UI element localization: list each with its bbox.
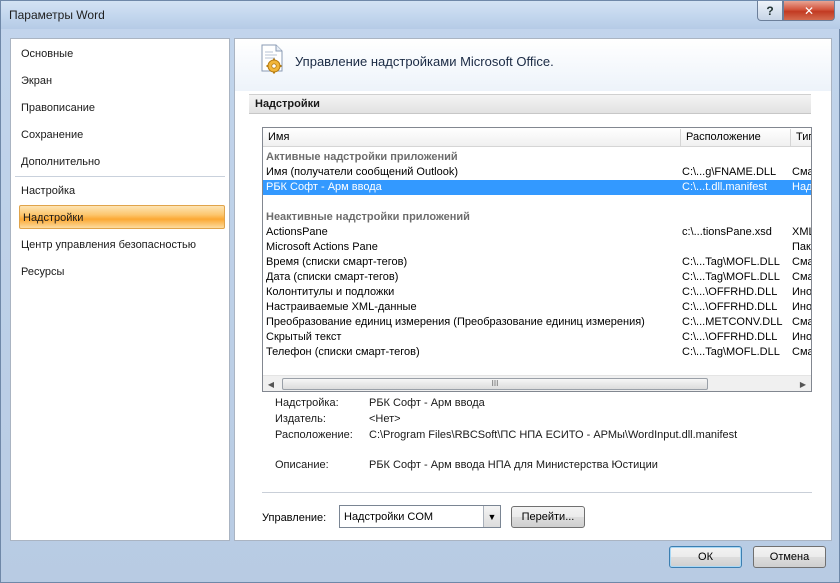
addin-value: РБК Софт - Арм ввода: [369, 397, 485, 409]
addin-location: C:\...t.dll.manifest: [682, 181, 767, 193]
addin-location: C:\...g\FNAME.DLL: [682, 166, 777, 178]
publisher-value: <Нет>: [369, 413, 401, 425]
addin-name: Скрытый текст: [266, 331, 342, 343]
addin-label: Надстройка:: [275, 397, 339, 409]
list-item[interactable]: Время (списки смарт-тегов) C:\...Tag\MOF…: [263, 255, 811, 270]
addin-location: c:\...tionsPane.xsd: [682, 226, 772, 238]
list-item[interactable]: Телефон (списки смарт-тегов) C:\...Tag\M…: [263, 345, 811, 360]
publisher-label: Издатель:: [275, 413, 326, 425]
addin-type: Сма: [792, 256, 812, 268]
close-button[interactable]: ✕: [783, 1, 835, 21]
addins-list[interactable]: Имя Расположение Тип Активные надстройки…: [262, 127, 812, 392]
addin-type: Ино: [792, 331, 812, 343]
addin-type: XML: [792, 226, 811, 238]
addin-type: Сма: [792, 271, 812, 283]
close-icon: ✕: [803, 3, 815, 18]
sidebar-item-display[interactable]: Экран: [11, 69, 229, 93]
ok-button[interactable]: ОК: [669, 546, 742, 568]
addin-location: C:\...Tag\MOFL.DLL: [682, 271, 780, 283]
list-item[interactable]: Дата (списки смарт-тегов) C:\...Tag\MOFL…: [263, 270, 811, 285]
description-label: Описание:: [275, 459, 329, 471]
addin-type: Ино: [792, 286, 812, 298]
addin-type: Над: [792, 181, 812, 193]
addin-name: Настраиваемые XML-данные: [266, 301, 417, 313]
page-title: Управление надстройками Microsoft Office…: [295, 54, 554, 69]
list-item[interactable]: Настраиваемые XML-данные C:\...\OFFRHD.D…: [263, 300, 811, 315]
cancel-button[interactable]: Отмена: [753, 546, 826, 568]
list-item[interactable]: Скрытый текст C:\...\OFFRHD.DLL Ино: [263, 330, 811, 345]
divider: [262, 492, 812, 493]
window-title: Параметры Word: [9, 8, 105, 22]
sidebar-divider: [15, 176, 225, 177]
sidebar: Основные Экран Правописание Сохранение Д…: [10, 38, 230, 541]
addin-name: Преобразование единиц измерения (Преобра…: [266, 316, 645, 328]
sidebar-item-addins[interactable]: Надстройки: [19, 205, 225, 229]
addin-type: Пак: [792, 241, 811, 253]
scroll-right-icon[interactable]: ▶: [795, 376, 811, 391]
addin-location: C:\...\OFFRHD.DLL: [682, 286, 778, 298]
addin-name: Имя (получатели сообщений Outlook): [266, 166, 458, 178]
sidebar-item-advanced[interactable]: Дополнительно: [11, 150, 229, 174]
help-button[interactable]: ?: [757, 1, 783, 21]
addin-name: Время (списки смарт-тегов): [266, 256, 408, 268]
scroll-thumb[interactable]: III: [282, 378, 708, 390]
addin-location: C:\...METCONV.DLL: [682, 316, 783, 328]
sidebar-item-resources[interactable]: Ресурсы: [11, 260, 229, 284]
sidebar-item-customize[interactable]: Настройка: [11, 179, 229, 203]
sidebar-item-proofing[interactable]: Правописание: [11, 96, 229, 120]
sidebar-item-general[interactable]: Основные: [11, 42, 229, 66]
addins-gear-icon: [261, 44, 283, 74]
page-banner: Управление надстройками Microsoft Office…: [235, 39, 831, 91]
addin-location: C:\...\OFFRHD.DLL: [682, 301, 778, 313]
location-label: Расположение:: [275, 429, 353, 441]
addin-type: Ино: [792, 301, 812, 313]
addin-name: ActionsPane: [266, 226, 328, 238]
location-value: C:\Program Files\RBCSoft\ПС НПА ЕСИТО - …: [369, 429, 738, 441]
list-item[interactable]: Microsoft Actions Pane Пак: [263, 240, 811, 255]
list-item[interactable]: Преобразование единиц измерения (Преобра…: [263, 315, 811, 330]
group-header-inactive: Неактивные надстройки приложений: [266, 211, 470, 223]
list-item-selected[interactable]: РБК Софт - Арм ввода C:\...t.dll.manifes…: [263, 180, 811, 195]
sidebar-item-save[interactable]: Сохранение: [11, 123, 229, 147]
list-item[interactable]: Колонтитулы и подложки C:\...\OFFRHD.DLL…: [263, 285, 811, 300]
group-header-active: Активные надстройки приложений: [266, 151, 458, 163]
addin-name: Колонтитулы и подложки: [266, 286, 395, 298]
addin-location: C:\...Tag\MOFL.DLL: [682, 256, 780, 268]
section-header: Надстройки: [249, 94, 811, 114]
list-item[interactable]: ActionsPane c:\...tionsPane.xsd XML: [263, 225, 811, 240]
scroll-left-icon[interactable]: ◀: [263, 376, 279, 391]
addins-panel: Управление надстройками Microsoft Office…: [234, 38, 832, 541]
addin-name: РБК Софт - Арм ввода: [266, 181, 382, 193]
horizontal-scrollbar[interactable]: ◀ III ▶: [263, 375, 811, 391]
description-value: РБК Софт - Арм ввода НПА для Министерств…: [369, 459, 658, 471]
addin-type: Сма: [792, 166, 812, 178]
column-header-type[interactable]: Тип: [791, 128, 811, 147]
addin-name: Дата (списки смарт-тегов): [266, 271, 399, 283]
chevron-down-icon[interactable]: ▼: [483, 506, 500, 527]
title-bar: Параметры Word ? ✕: [1, 1, 840, 29]
manage-select-value: Надстройки COM: [344, 511, 434, 523]
addin-type: Сма: [792, 316, 812, 328]
column-header-location[interactable]: Расположение: [681, 128, 791, 147]
list-item[interactable]: Имя (получатели сообщений Outlook) C:\..…: [263, 165, 811, 180]
options-dialog: Параметры Word ? ✕ Основные Экран Правоп…: [0, 0, 840, 583]
sidebar-item-trust-center[interactable]: Центр управления безопасностью: [11, 233, 229, 257]
manage-select[interactable]: Надстройки COM ▼: [339, 505, 501, 528]
go-button[interactable]: Перейти...: [511, 506, 585, 528]
addin-name: Microsoft Actions Pane: [266, 241, 378, 253]
addin-location: C:\...Tag\MOFL.DLL: [682, 346, 780, 358]
addin-name: Телефон (списки смарт-тегов): [266, 346, 420, 358]
help-icon: ?: [766, 3, 774, 18]
manage-label: Управление:: [262, 512, 327, 524]
addin-location: C:\...\OFFRHD.DLL: [682, 331, 778, 343]
column-header-name[interactable]: Имя: [263, 128, 681, 147]
addin-type: Сма: [792, 346, 812, 358]
list-header: Имя Расположение Тип: [263, 128, 811, 147]
